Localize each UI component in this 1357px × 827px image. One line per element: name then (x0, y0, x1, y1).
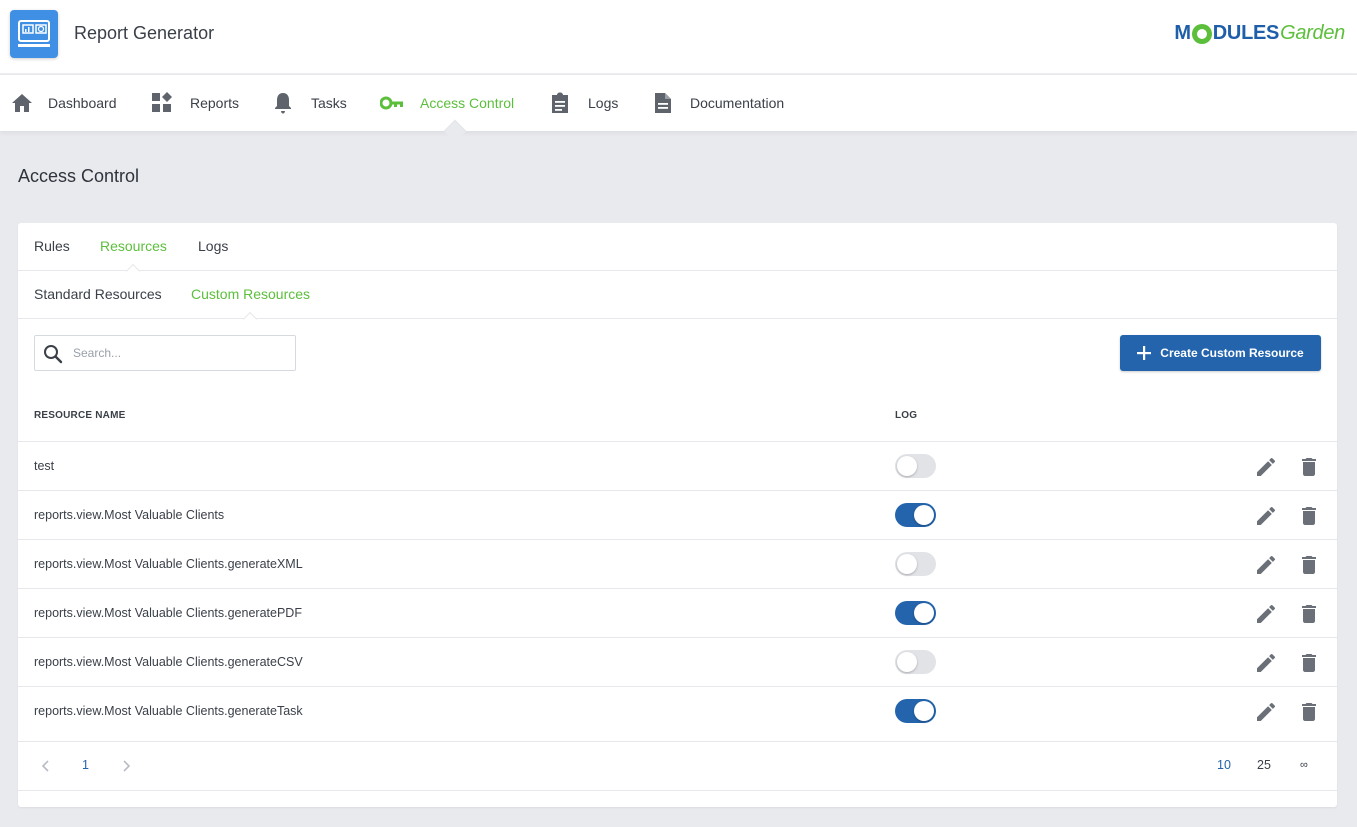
column-header-log: LOG (895, 410, 918, 421)
delete-icon[interactable] (1297, 602, 1321, 626)
nav-label: Documentation (690, 95, 785, 111)
modulesgarden-logo: M DULES Garden (1174, 22, 1345, 44)
table-row: reports.view.Most Valuable Clients (18, 490, 1337, 539)
log-toggle[interactable] (895, 454, 936, 478)
log-toggle[interactable] (895, 699, 936, 723)
plus-icon (1137, 346, 1152, 360)
nav-label: Dashboard (48, 95, 117, 111)
nav-label: Logs (588, 95, 619, 111)
edit-icon[interactable] (1254, 700, 1278, 724)
edit-icon[interactable] (1254, 504, 1278, 528)
resources-panel: Rules Resources Logs Standard Resources … (18, 223, 1337, 807)
nav-label: Access Control (420, 95, 515, 111)
edit-icon[interactable] (1254, 602, 1278, 626)
search-box (34, 335, 296, 371)
resource-name: reports.view.Most Valuable Clients.gener… (34, 655, 303, 669)
nav-item-access-control[interactable]: Access Control (380, 75, 514, 131)
primary-tabs: Rules Resources Logs (18, 223, 1337, 279)
nav-item-logs[interactable]: Logs (548, 75, 618, 131)
resource-name: reports.view.Most Valuable Clients.gener… (34, 606, 302, 620)
divider (18, 741, 1337, 742)
delete-icon[interactable] (1297, 651, 1321, 675)
prev-page-icon[interactable] (36, 756, 56, 776)
top-header: Report Generator M DULES Garden (0, 0, 1357, 74)
next-page-icon[interactable] (116, 756, 136, 776)
toggle-knob (897, 554, 917, 574)
divider (18, 790, 1337, 791)
log-toggle[interactable] (895, 503, 936, 527)
table-row: reports.view.Most Valuable Clients.gener… (18, 637, 1337, 686)
search-icon (44, 345, 63, 364)
table-row: test (18, 441, 1337, 490)
clipboard-icon (548, 91, 572, 115)
log-toggle[interactable] (895, 601, 936, 625)
home-icon (10, 91, 34, 115)
log-toggle[interactable] (895, 650, 936, 674)
key-icon (380, 91, 404, 115)
delete-icon[interactable] (1297, 455, 1321, 479)
toggle-knob (897, 456, 917, 476)
nav-item-dashboard[interactable]: Dashboard (10, 75, 117, 131)
edit-icon[interactable] (1254, 553, 1278, 577)
app-logo-icon (10, 10, 58, 58)
delete-icon[interactable] (1297, 700, 1321, 724)
page-number[interactable]: 1 (82, 758, 89, 772)
reports-icon (150, 91, 174, 115)
log-toggle[interactable] (895, 552, 936, 576)
table-row: reports.view.Most Valuable Clients.gener… (18, 686, 1337, 735)
nav-item-tasks[interactable]: Tasks (271, 75, 347, 131)
nav-item-reports[interactable]: Reports (150, 75, 239, 131)
nav-item-documentation[interactable]: Documentation (651, 75, 784, 131)
resource-name: reports.view.Most Valuable Clients.gener… (34, 704, 303, 718)
edit-icon[interactable] (1254, 651, 1278, 675)
column-header-resource-name: RESOURCE NAME (34, 410, 126, 421)
page-title: Access Control (18, 166, 140, 186)
bell-icon (271, 91, 295, 115)
create-button-label: Create Custom Resource (1160, 346, 1304, 360)
tab-standard-resources[interactable]: Standard Resources (34, 271, 162, 319)
app-title: Report Generator (74, 23, 215, 43)
nav-label: Reports (190, 95, 240, 111)
page-size-10[interactable]: 10 (1217, 758, 1231, 772)
tab-rules[interactable]: Rules (34, 223, 70, 271)
table-row: reports.view.Most Valuable Clients.gener… (18, 539, 1337, 588)
table-row: reports.view.Most Valuable Clients.gener… (18, 588, 1337, 637)
secondary-tabs: Standard Resources Custom Resources (18, 271, 1337, 327)
page-size-all[interactable]: ∞ (1300, 759, 1308, 771)
tab-logs[interactable]: Logs (198, 223, 228, 271)
delete-icon[interactable] (1297, 504, 1321, 528)
main-nav: Dashboard Reports Tasks Access Control L… (0, 75, 1357, 131)
resource-name: reports.view.Most Valuable Clients (34, 508, 225, 522)
delete-icon[interactable] (1297, 553, 1321, 577)
create-custom-resource-button[interactable]: Create Custom Resource (1120, 335, 1321, 371)
nav-label: Tasks (311, 95, 347, 111)
toggle-knob (914, 701, 934, 721)
page-size-25[interactable]: 25 (1257, 758, 1271, 772)
resource-name: test (34, 459, 55, 473)
toggle-knob (914, 603, 934, 623)
toggle-knob (914, 505, 934, 525)
document-icon (651, 91, 675, 115)
search-input[interactable] (73, 336, 288, 370)
edit-icon[interactable] (1254, 455, 1278, 479)
toggle-knob (897, 652, 917, 672)
resource-name: reports.view.Most Valuable Clients.gener… (34, 557, 303, 571)
